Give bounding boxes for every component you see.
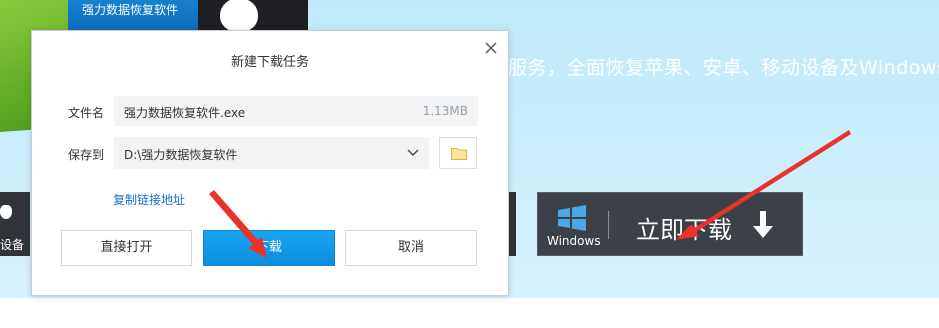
windows-logo-icon [558,205,586,231]
windows-download-button[interactable]: Windows 立即下载 [537,192,803,256]
chevron-down-icon [407,149,419,156]
windows-label: Windows [547,234,601,248]
dialog-title: 新建下载任务 [230,55,309,70]
save-path-value: D:\强力数据恢复软件 [124,148,238,162]
file-name-field[interactable]: 强力数据恢复软件.exe 1.13MB [114,96,478,126]
file-name-value: 强力数据恢复软件.exe [124,106,246,120]
page-bottom-band [0,298,939,328]
close-icon[interactable] [483,40,499,56]
browse-folder-button[interactable] [439,137,477,169]
hero-tagline: 服务，全面恢复苹果、安卓、移动设备及Windows数 [508,57,939,79]
file-size: 1.13MB [422,104,468,118]
hidden-download-button-edge[interactable] [508,192,516,256]
save-path-select[interactable]: D:\强力数据恢复软件 [114,137,429,169]
device-download-label: 设备 [0,238,25,252]
download-arrow-icon [753,211,773,238]
apple-icon [0,205,12,219]
open-directly-button[interactable]: 直接打开 [61,230,192,266]
save-to-label: 保存到 [68,148,105,162]
software-tile-text: 强力数据恢复软件 [82,3,179,17]
folder-icon [451,148,467,160]
apple-icon [220,0,258,32]
new-download-dialog: 新建下载任务 文件名 强力数据恢复软件.exe 1.13MB 保存到 D:\强力… [31,30,509,296]
cancel-button[interactable]: 取消 [345,230,477,266]
download-now-label: 立即下载 [636,216,732,244]
file-name-label: 文件名 [68,106,105,120]
copy-link-address[interactable]: 复制链接地址 [113,191,185,208]
divider [608,211,609,239]
download-button[interactable]: 下载 [203,230,335,266]
